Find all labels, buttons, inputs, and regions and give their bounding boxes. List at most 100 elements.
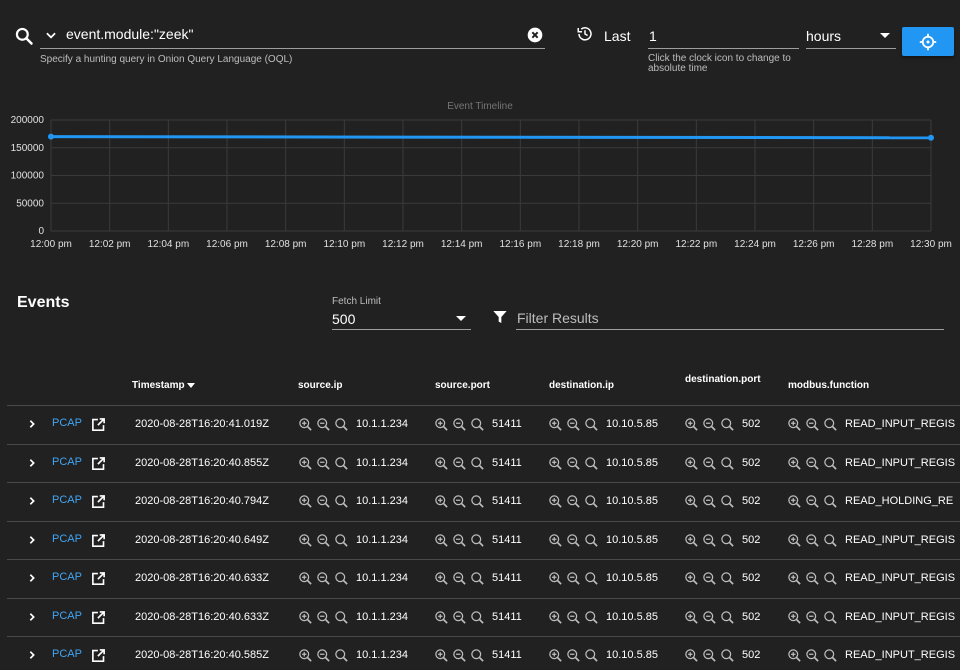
table-row[interactable]: PCAP 2020-08-28T16:20:40.633Z 10.1.1.234 51… bbox=[7, 559, 960, 598]
expand-chevron-icon[interactable] bbox=[27, 573, 37, 583]
expand-chevron-icon[interactable] bbox=[27, 612, 37, 622]
time-unit-value[interactable]: hours bbox=[806, 28, 841, 44]
zoom-in-icon[interactable] bbox=[787, 610, 802, 625]
zoom-in-icon[interactable] bbox=[548, 456, 563, 471]
search-icon[interactable] bbox=[14, 26, 34, 46]
zoom-out-icon[interactable] bbox=[702, 533, 717, 548]
col-header-destination-ip[interactable]: destination.ip bbox=[549, 380, 614, 391]
zoom-out-icon[interactable] bbox=[316, 610, 331, 625]
zoom-in-icon[interactable] bbox=[787, 571, 802, 586]
search-value-icon[interactable] bbox=[720, 417, 735, 432]
zoom-out-icon[interactable] bbox=[566, 571, 581, 586]
pcap-link[interactable]: PCAP bbox=[52, 610, 82, 622]
zoom-out-icon[interactable] bbox=[452, 417, 467, 432]
search-value-icon[interactable] bbox=[584, 610, 599, 625]
zoom-out-icon[interactable] bbox=[452, 648, 467, 663]
zoom-out-icon[interactable] bbox=[316, 571, 331, 586]
search-value-icon[interactable] bbox=[470, 417, 485, 432]
zoom-in-icon[interactable] bbox=[548, 533, 563, 548]
search-value-icon[interactable] bbox=[823, 456, 838, 471]
zoom-in-icon[interactable] bbox=[434, 610, 449, 625]
table-row[interactable]: PCAP 2020-08-28T16:20:40.585Z 10.1.1.234 51… bbox=[7, 636, 960, 670]
search-value-icon[interactable] bbox=[720, 533, 735, 548]
search-value-icon[interactable] bbox=[720, 571, 735, 586]
zoom-out-icon[interactable] bbox=[316, 456, 331, 471]
search-value-icon[interactable] bbox=[720, 494, 735, 509]
zoom-out-icon[interactable] bbox=[316, 494, 331, 509]
external-link-icon[interactable] bbox=[91, 494, 106, 509]
zoom-in-icon[interactable] bbox=[548, 494, 563, 509]
zoom-in-icon[interactable] bbox=[684, 494, 699, 509]
search-value-icon[interactable] bbox=[334, 571, 349, 586]
data-point[interactable] bbox=[48, 133, 54, 140]
zoom-out-icon[interactable] bbox=[805, 533, 820, 548]
zoom-in-icon[interactable] bbox=[434, 417, 449, 432]
search-value-icon[interactable] bbox=[584, 417, 599, 432]
pcap-link[interactable]: PCAP bbox=[52, 648, 82, 660]
search-value-icon[interactable] bbox=[584, 494, 599, 509]
fetch-caret-icon[interactable] bbox=[456, 316, 466, 321]
zoom-out-icon[interactable] bbox=[566, 533, 581, 548]
time-amount-value[interactable]: 1 bbox=[649, 28, 657, 44]
zoom-in-icon[interactable] bbox=[298, 571, 313, 586]
zoom-in-icon[interactable] bbox=[684, 417, 699, 432]
zoom-out-icon[interactable] bbox=[702, 494, 717, 509]
zoom-out-icon[interactable] bbox=[805, 417, 820, 432]
zoom-out-icon[interactable] bbox=[566, 648, 581, 663]
query-text[interactable]: event.module:"zeek" bbox=[66, 26, 193, 42]
search-value-icon[interactable] bbox=[720, 456, 735, 471]
search-value-icon[interactable] bbox=[584, 533, 599, 548]
zoom-out-icon[interactable] bbox=[702, 417, 717, 432]
zoom-in-icon[interactable] bbox=[434, 533, 449, 548]
sort-desc-icon[interactable] bbox=[186, 382, 195, 388]
zoom-in-icon[interactable] bbox=[548, 417, 563, 432]
zoom-in-icon[interactable] bbox=[684, 610, 699, 625]
zoom-out-icon[interactable] bbox=[805, 610, 820, 625]
zoom-out-icon[interactable] bbox=[566, 417, 581, 432]
zoom-out-icon[interactable] bbox=[805, 494, 820, 509]
zoom-out-icon[interactable] bbox=[566, 456, 581, 471]
chevron-down-icon[interactable] bbox=[44, 28, 58, 42]
zoom-out-icon[interactable] bbox=[316, 533, 331, 548]
external-link-icon[interactable] bbox=[91, 610, 106, 625]
search-value-icon[interactable] bbox=[470, 571, 485, 586]
search-value-icon[interactable] bbox=[823, 417, 838, 432]
clear-icon[interactable] bbox=[527, 27, 543, 43]
col-header-source-port[interactable]: source.port bbox=[435, 380, 490, 391]
zoom-out-icon[interactable] bbox=[452, 456, 467, 471]
zoom-in-icon[interactable] bbox=[298, 533, 313, 548]
search-value-icon[interactable] bbox=[584, 571, 599, 586]
search-value-icon[interactable] bbox=[334, 533, 349, 548]
search-value-icon[interactable] bbox=[470, 648, 485, 663]
zoom-in-icon[interactable] bbox=[684, 456, 699, 471]
zoom-out-icon[interactable] bbox=[805, 571, 820, 586]
search-value-icon[interactable] bbox=[823, 648, 838, 663]
zoom-in-icon[interactable] bbox=[684, 533, 699, 548]
zoom-out-icon[interactable] bbox=[452, 533, 467, 548]
search-value-icon[interactable] bbox=[584, 456, 599, 471]
zoom-out-icon[interactable] bbox=[452, 571, 467, 586]
zoom-out-icon[interactable] bbox=[702, 648, 717, 663]
history-clock-icon[interactable] bbox=[576, 25, 594, 43]
external-link-icon[interactable] bbox=[91, 571, 106, 586]
expand-chevron-icon[interactable] bbox=[27, 419, 37, 429]
table-row[interactable]: PCAP 2020-08-28T16:20:40.855Z 10.1.1.234 51… bbox=[7, 443, 960, 483]
zoom-in-icon[interactable] bbox=[548, 610, 563, 625]
search-value-icon[interactable] bbox=[720, 648, 735, 663]
search-value-icon[interactable] bbox=[470, 533, 485, 548]
zoom-in-icon[interactable] bbox=[298, 494, 313, 509]
external-link-icon[interactable] bbox=[91, 648, 106, 663]
search-value-icon[interactable] bbox=[823, 610, 838, 625]
pcap-link[interactable]: PCAP bbox=[52, 571, 82, 583]
zoom-out-icon[interactable] bbox=[316, 417, 331, 432]
zoom-in-icon[interactable] bbox=[787, 648, 802, 663]
pcap-link[interactable]: PCAP bbox=[52, 456, 82, 468]
zoom-in-icon[interactable] bbox=[434, 494, 449, 509]
unit-caret-icon[interactable] bbox=[880, 33, 890, 38]
search-value-icon[interactable] bbox=[334, 610, 349, 625]
zoom-in-icon[interactable] bbox=[298, 456, 313, 471]
zoom-in-icon[interactable] bbox=[787, 456, 802, 471]
table-row[interactable]: PCAP 2020-08-28T16:20:40.649Z 10.1.1.234 51… bbox=[7, 520, 960, 560]
search-value-icon[interactable] bbox=[334, 456, 349, 471]
time-amount-input[interactable] bbox=[648, 22, 799, 49]
